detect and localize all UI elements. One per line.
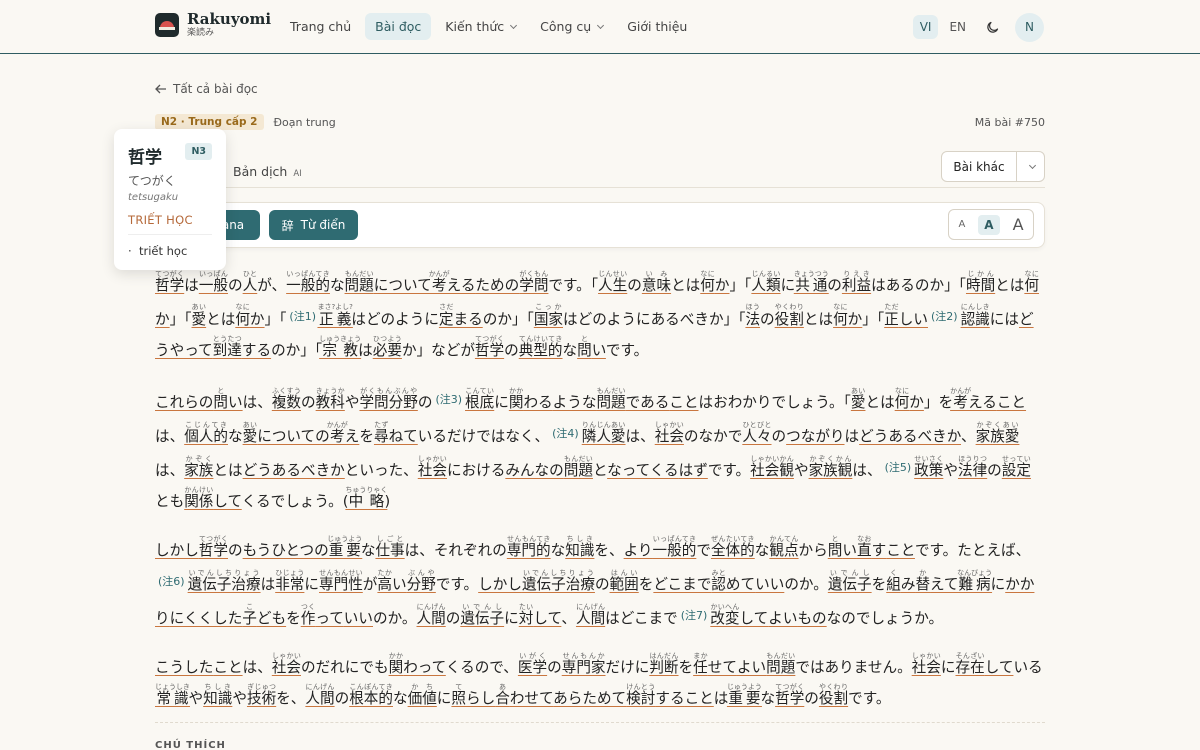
chevron-down-icon: [597, 21, 605, 29]
popup-level-badge: N3: [185, 143, 212, 160]
moon-icon[interactable]: [977, 12, 1007, 42]
popup-romaji: tetsugaku: [128, 192, 179, 203]
lang-en-button[interactable]: EN: [942, 15, 973, 39]
paragraph-4: こうしたことは、社会しゃかいのだれにでも関かかわってくるので、医学いがくの専門家…: [155, 652, 1043, 707]
font-size-group: A A A: [948, 209, 1034, 240]
lesson-number: Mã bài #750: [974, 115, 1045, 129]
font-size-small[interactable]: A: [958, 219, 965, 230]
main-nav: Trang chủ Bài đọc Kiến thức Công cụ Giới…: [280, 13, 697, 40]
app-title: Rakuyomi: [187, 10, 272, 28]
paragraph-2: これらの問といは、複数ふくすうの教科きょうかや学問分野がくもんぶんやの (注3) 根…: [155, 387, 1031, 510]
dictionary-icon: 辞: [281, 218, 294, 233]
notes-divider: [155, 722, 1045, 723]
notes-title: CHÚ THÍCH: [155, 740, 226, 750]
logo[interactable]: Rakuyomi 楽読み: [155, 12, 271, 38]
nav-tools[interactable]: Công cụ: [530, 13, 613, 40]
popup-definition: · triết học: [128, 244, 188, 258]
chevron-down-icon: [510, 21, 518, 29]
nav-readings[interactable]: Bài đọc: [365, 13, 432, 40]
paragraph-1: 哲学てつがくは一般いっぱんの人ひとが、一般的いっぱんてきな問題もんだいについて考…: [155, 270, 1039, 359]
lang-vi-button[interactable]: VI: [912, 15, 939, 39]
popup-kana: てつがく: [128, 174, 176, 188]
level-badge: N2 · Trung cấp 2: [155, 114, 264, 130]
nav-home[interactable]: Trang chủ: [280, 13, 361, 40]
ai-badge: AI: [293, 169, 302, 179]
logo-icon: [155, 13, 179, 37]
tab-translation[interactable]: Bản dịch AI: [233, 164, 302, 179]
dictionary-button[interactable]: 辞 Từ điển: [269, 210, 358, 240]
popup-meaning: TRIẾT HỌC: [128, 213, 212, 235]
chevron-down-icon[interactable]: [1017, 152, 1044, 181]
back-link[interactable]: Tất cả bài đọc: [155, 82, 258, 96]
reading-toolbar: ana 辞 Từ điển A A A: [155, 202, 1045, 248]
top-header: Rakuyomi 楽読み Trang chủ Bài đọc Kiến thức…: [0, 0, 1200, 54]
other-articles-button[interactable]: Bài khác: [941, 151, 1045, 182]
font-size-large[interactable]: A: [1013, 215, 1024, 234]
article-body: 哲学てつがくは一般いっぱんの人ひとが、一般的いっぱんてきな問題もんだいについて考…: [155, 270, 1045, 732]
app-subtitle: 楽読み: [187, 28, 215, 38]
tab-row: Bản dịch AI Bài khác: [155, 150, 1045, 188]
dictionary-popup: 哲学 N3 てつがく tetsugaku TRIẾT HỌC · triết h…: [114, 129, 226, 270]
paragraph-3: しかし哲学てつがくのもうひとつの重要じゅうような仕事しごとは、それぞれの専門的せ…: [155, 535, 1035, 627]
nav-knowledge[interactable]: Kiến thức: [435, 13, 526, 40]
paragraph-type: Đoạn trung: [273, 115, 336, 129]
arrow-left-icon: [155, 84, 166, 94]
font-size-medium[interactable]: A: [978, 214, 1000, 235]
nav-about[interactable]: Giới thiệu: [617, 13, 697, 40]
avatar[interactable]: N: [1015, 12, 1044, 42]
